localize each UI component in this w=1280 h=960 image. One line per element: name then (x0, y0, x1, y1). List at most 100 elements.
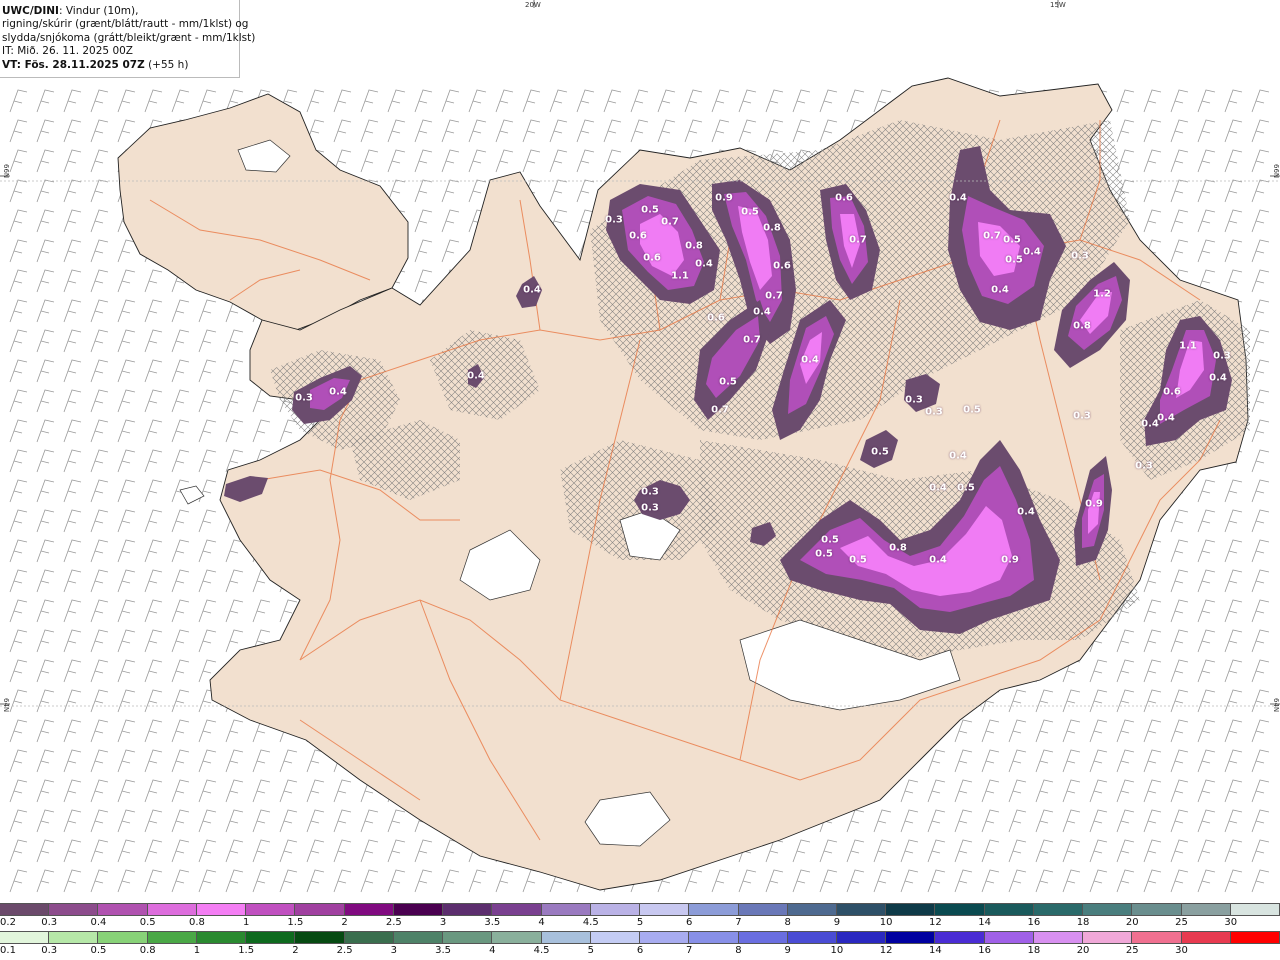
precip-value-label: 0.8 (763, 222, 781, 234)
precip-value-label: 0.4 (1017, 506, 1035, 518)
color-legend: 0.2 0.3 0.4 0.5 0.8 1 1.5 2 2.5 3 3.5 4 4.5 5 6 7 8 9 10 12… (0, 902, 1280, 960)
precip-value-label: 0.4 (753, 306, 771, 318)
legend-swatch (1132, 904, 1182, 915)
precip-value-label: 0.7 (711, 404, 729, 416)
legend-swatch (984, 904, 1034, 915)
precip-value-label: 0.4 (1023, 246, 1041, 258)
legend-tick-label: 25 (1125, 945, 1139, 956)
map-description-line2: rigning/skúrir (grænt/blátt/rautt - mm/1… (2, 18, 249, 31)
precip-value-label: 0.5 (641, 204, 659, 216)
precip-value-label: 0.4 (801, 354, 819, 366)
precip-value-label: 0.5 (1003, 234, 1021, 246)
precip-value-label: 0.5 (957, 482, 975, 494)
legend-tick-label: 6 (636, 945, 644, 956)
legend-tick-label: 0.5 (139, 917, 156, 928)
legend-swatch (787, 932, 837, 943)
initial-time: IT: Mið. 26. 11. 2025 00Z (2, 45, 133, 58)
legend-tick-label: 0.5 (90, 945, 107, 956)
map-info-box: UWC/DINI: Vindur (10m), rigning/skúrir (… (0, 0, 255, 78)
legend-swatch (492, 904, 542, 915)
precip-value-label: 0.5 (815, 548, 833, 560)
precip-value-label: 0.5 (963, 404, 981, 416)
precip-value-label: 0.5 (719, 376, 737, 388)
precip-value-label: 0.8 (889, 542, 907, 554)
legend-swatch (0, 904, 50, 915)
precip-value-label: 0.6 (707, 312, 725, 324)
legend-tick-label: 9 (833, 917, 841, 928)
legend-tick-label: 0.1 (0, 945, 16, 956)
legend-swatch (196, 932, 247, 943)
legend-tick-label: 7 (735, 917, 742, 928)
legend-tick-label: 25 (1175, 917, 1188, 928)
latitude-label-right-64n: 64N (1272, 698, 1280, 713)
legend-swatch (836, 932, 887, 943)
legend-swatch (689, 932, 739, 943)
precip-value-label: 0.7 (983, 230, 1001, 242)
legend-swatch (98, 932, 148, 943)
legend-swatch (541, 904, 591, 915)
precip-value-label: 0.3 (605, 214, 623, 226)
legend-tick-label: 20 (1076, 945, 1090, 956)
precip-value-label: 0.9 (1085, 498, 1103, 510)
legend-tick-label: 18 (1027, 945, 1041, 956)
legend-tick-label: 2 (341, 917, 348, 928)
legend-swatch (1033, 904, 1084, 915)
legend-swatch (935, 932, 985, 943)
legend-tick-label: 10 (879, 917, 893, 928)
legend-swatch (1132, 932, 1182, 943)
legend-swatch (640, 932, 690, 943)
precip-value-label: 0.5 (871, 446, 889, 458)
precip-value-label: 0.3 (641, 502, 659, 514)
precip-value-label: 0.5 (821, 534, 839, 546)
legend-swatch (196, 904, 247, 915)
legend-swatch (49, 932, 99, 943)
legend-tick-label: 14 (978, 917, 991, 928)
legend-tick-label: 4 (489, 945, 496, 956)
legend-tick-label: 4.5 (582, 917, 599, 928)
precip-value-label: 0.8 (685, 240, 703, 252)
precip-value-label: 0.4 (523, 284, 541, 296)
legend-swatch (443, 904, 493, 915)
legend-swatch (1083, 932, 1133, 943)
legend-swatch (590, 932, 641, 943)
legend-swatch (738, 932, 788, 943)
snow-scale-labels: 0.2 0.3 0.4 0.5 0.8 1 1.5 2 2.5 3 3.5 4 4.5 5 6 7 8 9 10 12… (0, 917, 1280, 931)
legend-tick-label: 3 (390, 945, 398, 956)
legend-tick-label: 12 (929, 917, 942, 928)
legend-tick-label: 7 (686, 945, 693, 956)
legend-tick-label: 2 (292, 945, 299, 956)
precip-value-label: 0.4 (929, 554, 947, 566)
map-canvas (0, 0, 1280, 893)
latitude-label-left-64n: 64N (2, 698, 10, 713)
legend-swatch (1181, 904, 1231, 915)
legend-swatch (344, 932, 394, 943)
precip-value-label: 0.3 (1071, 250, 1089, 262)
legend-tick-label: 4.5 (533, 945, 550, 956)
legend-tick-label: 1 (242, 917, 250, 928)
legend-swatch (295, 932, 345, 943)
legend-swatch (935, 904, 985, 915)
precip-value-label: 0.9 (715, 192, 733, 204)
legend-swatch (1230, 904, 1280, 915)
legend-tick-label: 0.3 (41, 945, 58, 956)
precip-value-label: 1.1 (671, 270, 689, 282)
precip-value-label: 0.4 (329, 386, 347, 398)
legend-tick-label: 2.5 (385, 917, 402, 928)
precip-value-label: 0.7 (849, 234, 867, 246)
west-fjords (117, 93, 409, 331)
precip-value-label: 0.4 (1141, 418, 1159, 430)
legend-tick-label: 1.5 (238, 945, 255, 956)
legend-tick-label: 1 (193, 945, 201, 956)
legend-tick-label: 5 (587, 945, 594, 956)
precip-value-label: 0.4 (467, 370, 485, 382)
legend-swatch (886, 904, 936, 915)
precip-value-label: 0.6 (643, 252, 661, 264)
legend-tick-label: 12 (879, 945, 893, 956)
legend-swatch (0, 932, 50, 943)
legend-tick-label: 5 (636, 917, 644, 928)
rain-color-scale (0, 931, 1280, 944)
longitude-label-20w: 20W (525, 1, 541, 9)
legend-tick-label: 16 (978, 945, 991, 956)
precip-value-label: 0.7 (765, 290, 783, 302)
legend-swatch (49, 904, 99, 915)
